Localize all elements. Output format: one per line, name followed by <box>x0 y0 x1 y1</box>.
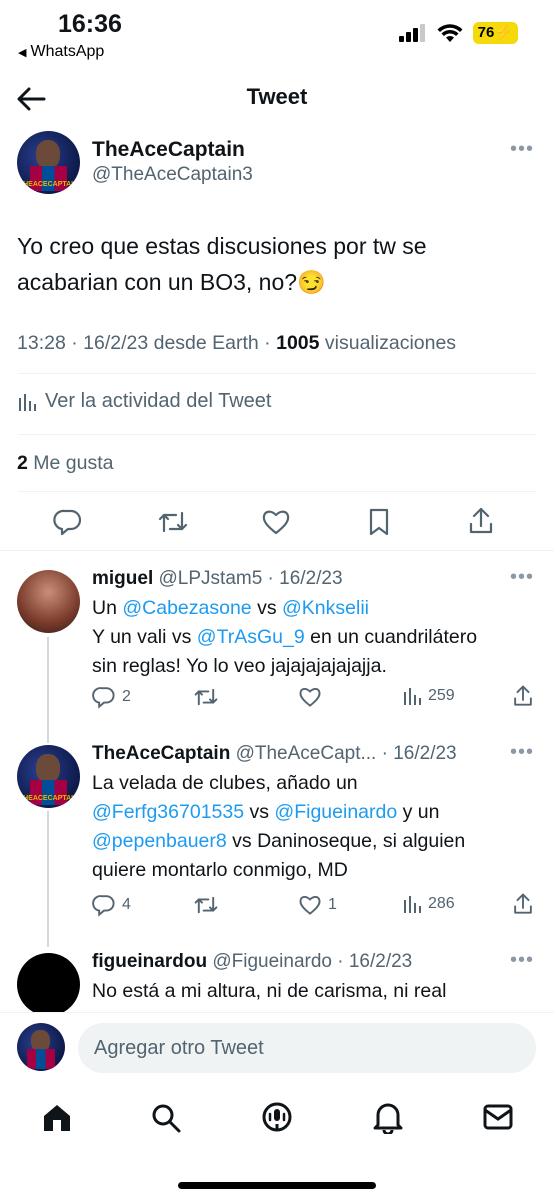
share-icon[interactable] <box>467 506 495 536</box>
like-icon <box>299 688 321 707</box>
mention-link[interactable]: @Ferfg36701535 <box>92 801 244 823</box>
reply-text: No está a mi altura, ni de carisma, ni r… <box>92 980 447 1002</box>
reply-action-reply[interactable]: 2 <box>92 685 131 709</box>
analytics-icon <box>404 688 421 705</box>
status-bar: 16:36 ◀ WhatsApp 76⚡ <box>0 0 554 70</box>
analytics-icon <box>404 896 421 913</box>
spaces-icon[interactable] <box>260 1100 294 1134</box>
reply-meta: @LPJstam5 · 16/2/23 <box>158 568 343 589</box>
reply-action-reply[interactable]: 4 <box>92 893 131 917</box>
analytics-icon <box>19 393 36 411</box>
mention-link[interactable]: @Cabezasone <box>122 597 251 619</box>
page-title: Tweet <box>246 84 308 109</box>
bookmark-icon[interactable] <box>367 507 391 537</box>
share-icon[interactable] <box>512 684 534 708</box>
notifications-icon[interactable] <box>372 1100 404 1134</box>
signal-icon <box>398 24 425 42</box>
reply-action-like[interactable] <box>298 686 328 708</box>
reply-item[interactable]: figueinardou @Figueinardo · 16/2/23 ••• … <box>0 945 554 1012</box>
reply-meta: @Figueinardo · 16/2/23 <box>212 951 413 972</box>
add-tweet-input[interactable]: Agregar otro Tweet <box>78 1023 536 1073</box>
avatar-logo-text: THEACECAPTAIN <box>18 794 79 802</box>
reply-author-name[interactable]: figueinardou <box>92 951 207 972</box>
compose-bar: Agregar otro Tweet <box>0 1012 554 1085</box>
tweet-text: Yo creo que estas discusiones por tw se … <box>17 233 427 295</box>
reply-text: Un @Cabezasone vs @Knkselii Y un vali vs… <box>92 597 478 677</box>
reply-icon <box>92 687 115 709</box>
reply-avatar[interactable]: THEACECAPTAIN <box>17 745 80 808</box>
author-name[interactable]: TheAceCaptain <box>92 138 245 162</box>
more-options-icon[interactable]: ••• <box>510 949 534 972</box>
views-count: 1005 <box>276 332 320 354</box>
mention-link[interactable]: @Knkselii <box>282 597 369 619</box>
search-icon[interactable] <box>150 1102 182 1134</box>
top-nav: Tweet <box>0 72 554 124</box>
home-indicator <box>178 1182 376 1189</box>
like-icon <box>299 896 321 915</box>
more-options-icon[interactable]: ••• <box>510 741 534 764</box>
my-avatar[interactable] <box>17 1023 65 1071</box>
author-handle[interactable]: @TheAceCaptain3 <box>92 164 253 186</box>
reply-avatar[interactable] <box>17 953 80 1012</box>
reply-action-retweet[interactable] <box>193 685 225 709</box>
reply-action-views[interactable]: 259 <box>402 686 455 706</box>
reply-author-name[interactable]: TheAceCaptain <box>92 743 230 764</box>
reply-item[interactable]: THEACECAPTAIN TheAceCaptain @TheAceCapt.… <box>0 735 554 945</box>
reply-icon <box>92 895 115 917</box>
retweet-icon <box>194 896 218 914</box>
author-avatar[interactable]: THEACECAPTAIN <box>17 131 80 194</box>
like-icon[interactable] <box>261 508 291 536</box>
retweet-icon <box>194 688 218 706</box>
wifi-icon <box>437 23 463 42</box>
clock: 16:36 <box>58 10 122 38</box>
bottom-tab-bar <box>0 1086 554 1156</box>
reply-action-retweet[interactable] <box>193 893 225 917</box>
home-icon[interactable] <box>41 1102 73 1134</box>
more-options-icon[interactable]: ••• <box>510 566 534 589</box>
mention-link[interactable]: @Figueinardo <box>274 801 397 823</box>
more-options-icon[interactable]: ••• <box>510 138 534 161</box>
avatar-logo-text: THEACECAPTAIN <box>18 180 79 188</box>
reply-icon[interactable] <box>53 507 83 537</box>
reply-item[interactable]: miguel @LPJstam5 · 16/2/23 ••• Un @Cabez… <box>0 560 554 730</box>
messages-icon[interactable] <box>482 1103 514 1131</box>
reply-text: La velada de clubes, añado un @Ferfg3670… <box>92 772 466 881</box>
back-app-label: WhatsApp <box>30 43 105 60</box>
retweet-icon[interactable] <box>157 507 189 537</box>
share-icon[interactable] <box>512 892 534 916</box>
reply-author-name[interactable]: miguel <box>92 568 153 589</box>
view-activity-link[interactable]: Ver la actividad del Tweet <box>17 390 271 413</box>
likes-summary[interactable]: 2 Me gusta <box>17 452 114 475</box>
battery-indicator: 76⚡ <box>472 22 518 44</box>
mention-link[interactable]: @pepenbauer8 <box>92 830 227 852</box>
tweet-meta: 13:28 · 16/2/23 desde Earth · 1005 visua… <box>17 332 456 355</box>
back-to-app-link[interactable]: ◀ WhatsApp <box>18 43 104 61</box>
reply-meta: @TheAceCapt... · 16/2/23 <box>235 743 457 764</box>
reply-avatar[interactable] <box>17 570 80 633</box>
reply-action-views[interactable]: 286 <box>402 894 455 914</box>
reply-action-like[interactable]: 1 <box>298 894 337 916</box>
tweet-timestamp[interactable]: 13:28 · 16/2/23 desde Earth · <box>17 332 271 354</box>
mention-link[interactable]: @TrAsGu_9 <box>197 626 305 648</box>
views-label: visualizaciones <box>324 332 457 354</box>
